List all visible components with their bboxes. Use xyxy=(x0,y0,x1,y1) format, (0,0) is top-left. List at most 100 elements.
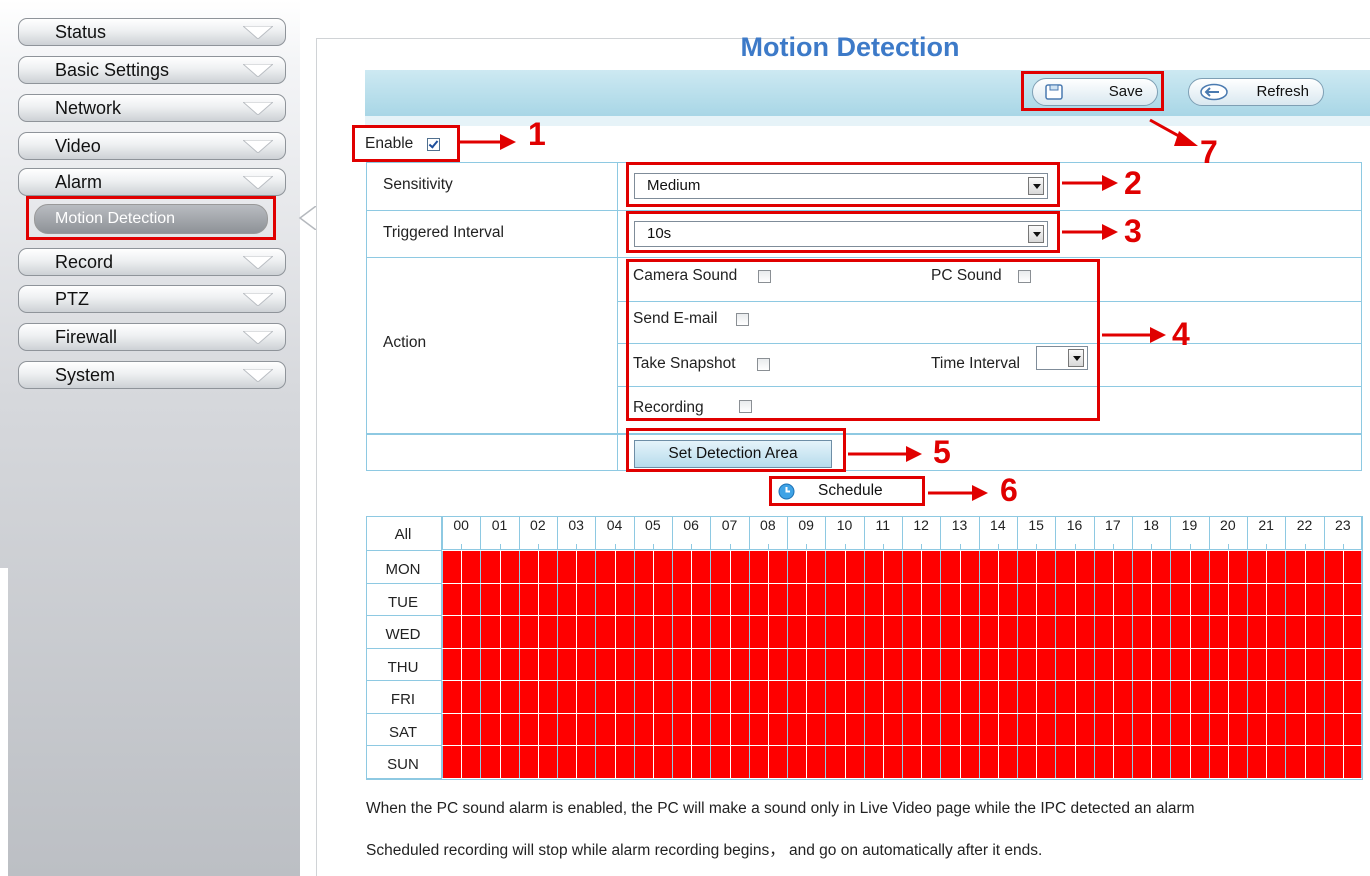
schedule-hour-label[interactable]: 00 xyxy=(451,517,472,533)
arrow-right-icon xyxy=(848,446,922,462)
grid-line xyxy=(442,680,1362,682)
sidebar-item-status[interactable]: Status xyxy=(18,18,286,46)
chevron-down-icon[interactable] xyxy=(1028,225,1044,243)
schedule-hour-label[interactable]: 23 xyxy=(1332,517,1353,533)
schedule-day-label[interactable]: TUE xyxy=(366,594,440,611)
schedule-hour-label[interactable]: 21 xyxy=(1256,517,1277,533)
schedule-hour-label[interactable]: 02 xyxy=(527,517,548,533)
sidebar-item-video[interactable]: Video xyxy=(18,132,286,160)
schedule-hour-label[interactable]: 05 xyxy=(642,517,663,533)
send-email-checkbox[interactable] xyxy=(736,313,749,326)
schedule-hour-label[interactable]: 09 xyxy=(796,517,817,533)
schedule-hour-label[interactable]: 12 xyxy=(911,517,932,533)
sensitivity-select[interactable]: Medium xyxy=(634,173,1048,199)
sidebar-item-label: Status xyxy=(55,22,107,42)
grid-line xyxy=(1362,516,1363,780)
schedule-hour-label[interactable]: 13 xyxy=(949,517,970,533)
annotation-number: 1 xyxy=(528,116,546,152)
chevron-down-icon xyxy=(243,331,273,344)
schedule-hour-label[interactable]: 20 xyxy=(1217,517,1238,533)
sidebar-item-system[interactable]: System xyxy=(18,361,286,389)
set-detection-area-button[interactable]: Set Detection Area xyxy=(634,440,832,468)
schedule-day-label[interactable]: THU xyxy=(366,659,440,676)
schedule-hour-label[interactable]: 16 xyxy=(1064,517,1085,533)
sidebar-item-alarm[interactable]: Alarm xyxy=(18,168,286,196)
schedule-day-label[interactable]: FRI xyxy=(366,691,440,708)
sidebar-subitem-motion-detection[interactable]: Motion Detection xyxy=(34,204,268,234)
schedule-hour-label[interactable]: 03 xyxy=(566,517,587,533)
schedule-day-label[interactable]: MON xyxy=(366,561,440,578)
sidebar-item-network[interactable]: Network xyxy=(18,94,286,122)
schedule-grid: All MON TUE WED THU FRI SAT SUN 00 01 02 03… xyxy=(366,516,1363,780)
camera-sound-checkbox[interactable] xyxy=(758,270,771,283)
grid-line xyxy=(366,778,442,779)
sidebar-item-firewall[interactable]: Firewall xyxy=(18,323,286,351)
grid-line xyxy=(442,582,1362,584)
grid-line xyxy=(691,550,693,778)
sidebar-item-record[interactable]: Record xyxy=(18,248,286,276)
schedule-day-label[interactable]: SAT xyxy=(366,724,440,741)
schedule-day-label[interactable]: WED xyxy=(366,626,440,643)
schedule-hour-label[interactable]: 11 xyxy=(872,517,893,533)
chevron-down-icon[interactable] xyxy=(1028,177,1044,195)
recording-checkbox[interactable] xyxy=(739,400,752,413)
arrow-right-icon xyxy=(1062,175,1118,191)
schedule-hour-label[interactable]: 01 xyxy=(489,517,510,533)
grid-line xyxy=(1036,550,1038,778)
pc-sound-checkbox[interactable] xyxy=(1018,270,1031,283)
chevron-down-icon xyxy=(243,102,273,115)
sidebar-item-ptz[interactable]: PTZ xyxy=(18,285,286,313)
annotation-number: 2 xyxy=(1124,165,1142,201)
schedule-hour-label[interactable]: 08 xyxy=(757,517,778,533)
take-snapshot-checkbox[interactable] xyxy=(757,358,770,371)
time-interval-select[interactable] xyxy=(1036,346,1088,370)
schedule-hour-label[interactable]: 04 xyxy=(604,517,625,533)
schedule-hour-label[interactable]: 17 xyxy=(1102,517,1123,533)
arrow-right-icon xyxy=(928,485,988,501)
grid-line xyxy=(366,647,442,649)
schedule-day-label[interactable]: SUN xyxy=(366,756,440,773)
save-button[interactable]: Save xyxy=(1032,78,1158,106)
sidebar-item-label: Network xyxy=(55,98,122,118)
chevron-down-icon[interactable] xyxy=(1068,349,1084,367)
schedule-hour-label[interactable]: 22 xyxy=(1294,517,1315,533)
grid-line xyxy=(997,550,999,778)
chevron-down-icon xyxy=(243,256,273,269)
floppy-disk-icon xyxy=(1045,84,1063,100)
schedule-hour-label[interactable]: 10 xyxy=(834,517,855,533)
grid-line xyxy=(617,386,1362,387)
annotation-number: 6 xyxy=(1000,472,1018,508)
schedule-hour-label[interactable]: 06 xyxy=(681,517,702,533)
schedule-hour-label[interactable]: 15 xyxy=(1026,517,1047,533)
schedule-select-all[interactable]: All xyxy=(366,526,440,543)
chevron-down-icon xyxy=(243,369,273,382)
grid-line xyxy=(1266,550,1268,778)
sidebar-item-label: Alarm xyxy=(55,172,103,192)
sidebar-item-label: System xyxy=(55,365,116,385)
refresh-button[interactable]: Refresh xyxy=(1188,78,1324,106)
grid-line xyxy=(366,680,442,682)
chevron-down-icon xyxy=(243,293,273,306)
grid-line xyxy=(844,550,846,778)
grid-line xyxy=(366,712,442,714)
recording-label: Recording xyxy=(633,399,704,416)
triggered-interval-select[interactable]: 10s xyxy=(634,221,1048,247)
grid-line xyxy=(366,257,1362,258)
schedule-hour-label[interactable]: 07 xyxy=(719,517,740,533)
refresh-arrow-icon xyxy=(1200,83,1228,101)
sidebar-item-label: PTZ xyxy=(55,289,89,309)
action-label: Action xyxy=(383,334,427,351)
grid-line xyxy=(959,550,961,778)
grid-line xyxy=(366,550,442,551)
sidebar-item-label: Basic Settings xyxy=(55,60,170,80)
grid-line xyxy=(921,550,923,778)
schedule-hour-label[interactable]: 14 xyxy=(987,517,1008,533)
annotation-number: 3 xyxy=(1124,213,1142,249)
schedule-hour-label[interactable]: 18 xyxy=(1141,517,1162,533)
grid-line xyxy=(442,549,1362,550)
schedule-hour-label[interactable]: 19 xyxy=(1179,517,1200,533)
enable-checkbox[interactable] xyxy=(427,138,440,151)
sidebar-edge xyxy=(0,568,8,876)
time-interval-label: Time Interval xyxy=(931,355,1021,372)
sidebar-item-basic-settings[interactable]: Basic Settings xyxy=(18,56,286,84)
